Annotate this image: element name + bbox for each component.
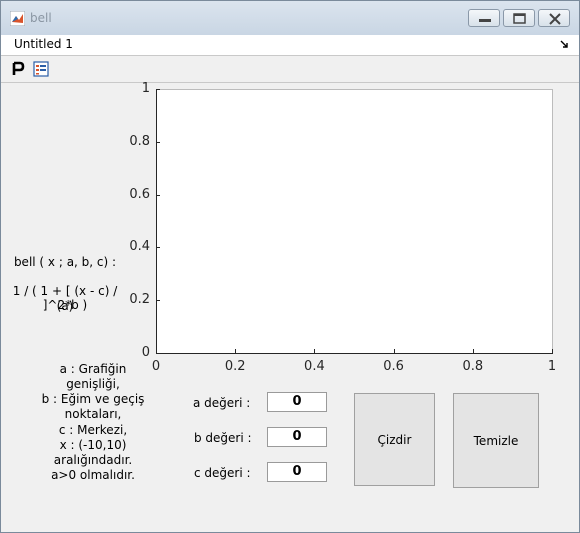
y-tick-mark <box>156 247 160 249</box>
formula-title: bell ( x ; a, b, c) : <box>13 255 117 269</box>
x-tick-mark <box>314 349 316 353</box>
draw-button[interactable]: Çizdir <box>354 393 435 486</box>
y-tick-label: 0.8 <box>129 133 150 149</box>
y-tick-label: 0 <box>141 345 150 360</box>
x-tick-mark <box>235 349 237 353</box>
layout-grid-icon[interactable] <box>32 60 50 78</box>
figure-tab-bar: Untitled 1 <box>1 35 579 56</box>
y-tick-mark <box>156 353 160 354</box>
maximize-button[interactable] <box>503 9 535 27</box>
x-tick-label: 1 <box>547 359 557 374</box>
tab-untitled[interactable]: Untitled 1 <box>14 37 73 51</box>
note-line: a : Grafiğin <box>59 362 127 376</box>
note-line: aralığındadır. <box>53 453 133 467</box>
maximize-icon <box>513 13 526 24</box>
b-label: b değeri : <box>194 431 252 445</box>
note-line: genişliği, <box>66 377 120 391</box>
clear-button[interactable]: Temizle <box>453 393 539 488</box>
x-tick-mark <box>156 349 157 353</box>
note-line: noktaları, <box>64 407 122 421</box>
y-tick-mark <box>156 89 160 90</box>
a-input[interactable]: 0 <box>267 392 327 412</box>
y-tick-label: 1 <box>141 81 150 96</box>
note-line: a>0 olmalıdır. <box>51 468 135 482</box>
plot-axes[interactable] <box>156 89 553 354</box>
x-tick-label: 0.6 <box>383 359 404 374</box>
x-axis-line <box>156 353 553 354</box>
minimize-button[interactable] <box>468 9 500 27</box>
x-tick-label: 0.2 <box>224 359 246 374</box>
c-input[interactable]: 0 <box>267 462 327 482</box>
y-tick-mark <box>156 141 160 143</box>
close-icon <box>549 13 561 25</box>
window-title: bell <box>30 11 52 25</box>
y-axis-line <box>156 89 157 354</box>
matlab-icon <box>10 11 25 26</box>
property-inspector-icon[interactable] <box>9 60 27 78</box>
close-button[interactable] <box>538 9 570 27</box>
y-tick-label: 0.4 <box>129 239 150 255</box>
a-label: a değeri : <box>193 396 251 410</box>
x-tick-label: 0.8 <box>462 359 484 374</box>
y-tick-mark <box>156 300 160 302</box>
note-line: b : Eğim ve geçiş <box>41 392 145 406</box>
note-line: c : Merkezi, <box>58 423 128 437</box>
formula-line-end: ]^2*b ) <box>42 298 88 312</box>
minimize-icon <box>479 19 491 22</box>
y-tick-label: 0.6 <box>129 186 150 202</box>
b-input[interactable]: 0 <box>267 427 327 447</box>
toolbar <box>1 56 579 83</box>
x-tick-mark <box>552 349 553 353</box>
y-tick-mark <box>156 194 160 196</box>
x-tick-mark <box>472 349 474 353</box>
note-line: x : (-10,10) <box>59 438 127 452</box>
undock-arrow-icon[interactable] <box>559 39 569 49</box>
x-tick-label: 0.4 <box>304 359 325 374</box>
title-bar[interactable]: bell <box>1 1 579 35</box>
c-label: c değeri : <box>194 466 251 480</box>
x-tick-mark <box>393 349 395 353</box>
